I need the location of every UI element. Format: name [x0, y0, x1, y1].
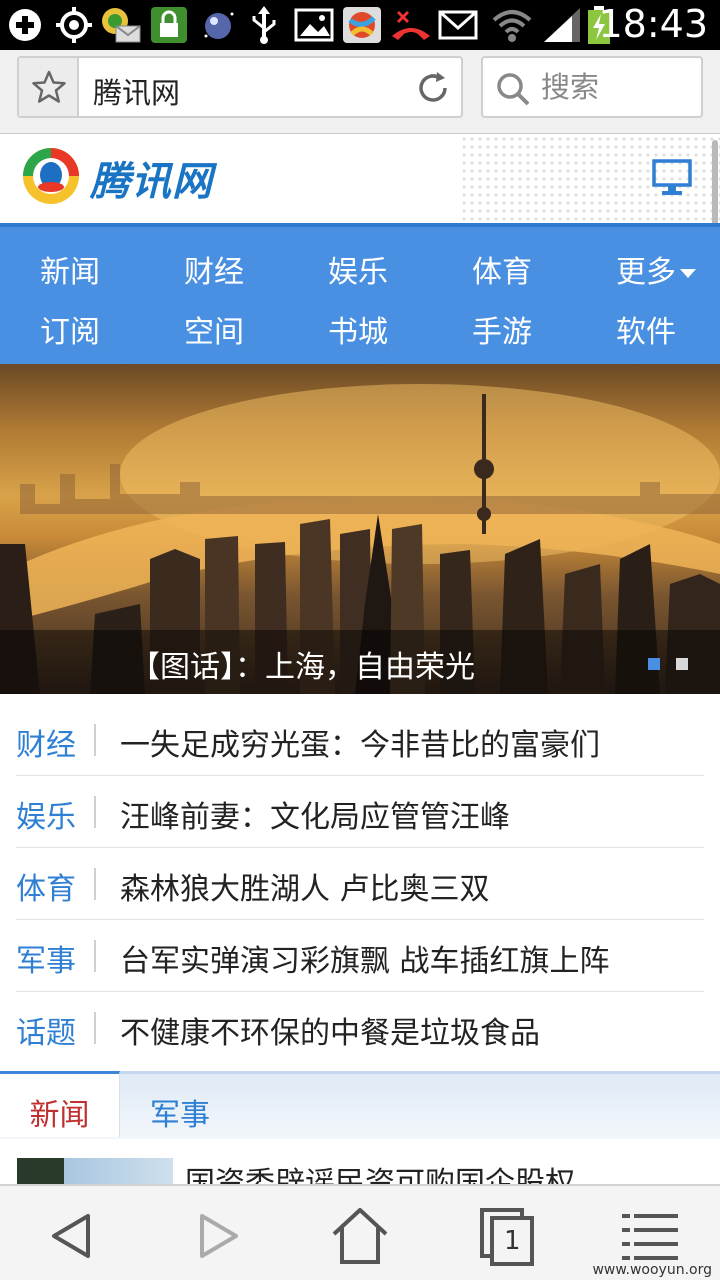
divider	[94, 724, 96, 756]
tab-count: 1	[504, 1226, 521, 1256]
forward-icon[interactable]	[186, 1204, 250, 1268]
signal-icon	[542, 6, 582, 44]
news-list-item[interactable]: 国资委辟谣民资可购国企股权	[0, 1140, 720, 1184]
desktop-version-icon[interactable]	[652, 157, 692, 197]
news-title[interactable]: 国资委辟谣民资可购国企股权	[185, 1158, 575, 1184]
headline-item[interactable]: 娱乐 汪峰前妻：文化局应管管汪峰	[16, 776, 704, 848]
divider	[94, 940, 96, 972]
tabs-button[interactable]: 1	[476, 1204, 540, 1268]
back-icon[interactable]	[40, 1204, 104, 1268]
status-bar: 18:43	[0, 0, 720, 50]
site-logo-text[interactable]: 腾讯网	[90, 149, 213, 207]
headline-category[interactable]: 军事	[16, 936, 76, 980]
headline-category[interactable]: 话题	[16, 1008, 76, 1052]
tab-news[interactable]: 新闻	[0, 1071, 120, 1137]
lock-icon	[150, 6, 188, 44]
nav-item-sports[interactable]: 体育	[472, 247, 616, 291]
divider	[94, 868, 96, 900]
missed-call-icon	[390, 6, 432, 44]
slide-indicator[interactable]	[676, 658, 688, 670]
tab-military[interactable]: 军事	[120, 1074, 240, 1140]
hero-caption-text[interactable]: 【图话】：上海，自由荣光	[130, 642, 475, 686]
chevron-down-icon	[680, 269, 696, 278]
news-thumbnail[interactable]	[17, 1158, 173, 1184]
weather-icon	[198, 6, 238, 44]
headline-category[interactable]: 娱乐	[16, 792, 76, 836]
channel-nav: 新闻 财经 娱乐 体育 更多 订阅 空间 书城 手游 软件	[0, 223, 720, 364]
mail-icon	[438, 6, 478, 44]
news-tab-strip: 新闻 军事	[0, 1071, 720, 1139]
headline-category[interactable]: 财经	[16, 720, 76, 764]
add-icon	[6, 6, 46, 44]
site-header: 腾讯网	[0, 135, 720, 223]
app-mail-icon	[100, 6, 142, 44]
browser-toolbar: 腾讯网	[0, 50, 720, 134]
home-icon[interactable]	[328, 1204, 392, 1268]
usb-icon	[248, 6, 280, 44]
headline-item[interactable]: 话题 不健康不环保的中餐是垃圾食品	[16, 992, 704, 1064]
slide-indicator-active[interactable]	[648, 658, 660, 670]
address-bar[interactable]: 腾讯网	[17, 56, 463, 118]
nav-item-more[interactable]: 更多	[616, 247, 720, 291]
watermark: www.wooyun.org	[592, 1262, 712, 1278]
star-icon	[32, 70, 66, 103]
hero-slideshow[interactable]: 【图话】：上海，自由荣光	[0, 364, 720, 694]
app-ball-icon	[342, 6, 382, 44]
menu-icon[interactable]	[618, 1204, 682, 1268]
refresh-icon[interactable]	[415, 70, 451, 106]
browser-bottom-toolbar: 1 www.wooyun.org	[0, 1184, 720, 1280]
headline-category[interactable]: 体育	[16, 864, 76, 908]
tencent-logo-icon[interactable]	[20, 145, 82, 207]
hero-caption[interactable]: 【图话】：上海，自由荣光	[0, 630, 720, 694]
nav-item-news[interactable]: 新闻	[40, 247, 184, 291]
nav-item-software[interactable]: 软件	[616, 307, 720, 351]
url-text[interactable]: 腾讯网	[93, 70, 180, 112]
nav-item-books[interactable]: 书城	[328, 307, 472, 351]
headline-title[interactable]: 森林狼大胜湖人 卢比奥三双	[120, 864, 490, 908]
headline-title[interactable]: 台军实弹演习彩旗飘 战车插红旗上阵	[120, 936, 610, 980]
nav-item-subscribe[interactable]: 订阅	[40, 307, 184, 351]
search-input[interactable]	[541, 70, 691, 104]
headline-title[interactable]: 一失足成穷光蛋：今非昔比的富豪们	[120, 720, 600, 764]
nav-item-finance[interactable]: 财经	[184, 247, 328, 291]
nav-item-qzone[interactable]: 空间	[184, 307, 328, 351]
nav-item-entertainment[interactable]: 娱乐	[328, 247, 472, 291]
search-icon	[497, 73, 530, 106]
image-icon	[294, 6, 334, 44]
nav-item-mobile-games[interactable]: 手游	[472, 307, 616, 351]
divider	[94, 796, 96, 828]
bookmark-button[interactable]	[19, 58, 79, 116]
headline-title[interactable]: 不健康不环保的中餐是垃圾食品	[120, 1008, 540, 1052]
headline-list: 财经 一失足成穷光蛋：今非昔比的富豪们 娱乐 汪峰前妻：文化局应管管汪峰 体育 …	[0, 704, 720, 1064]
headline-item[interactable]: 财经 一失足成穷光蛋：今非昔比的富豪们	[16, 704, 704, 776]
headline-title[interactable]: 汪峰前妻：文化局应管管汪峰	[120, 792, 510, 836]
gps-icon	[54, 6, 94, 44]
search-box[interactable]	[481, 56, 703, 118]
divider	[94, 1012, 96, 1044]
headline-item[interactable]: 体育 森林狼大胜湖人 卢比奥三双	[16, 848, 704, 920]
clock: 18:43	[598, 2, 708, 46]
headline-item[interactable]: 军事 台军实弹演习彩旗飘 战车插红旗上阵	[16, 920, 704, 992]
wifi-icon	[492, 6, 532, 44]
